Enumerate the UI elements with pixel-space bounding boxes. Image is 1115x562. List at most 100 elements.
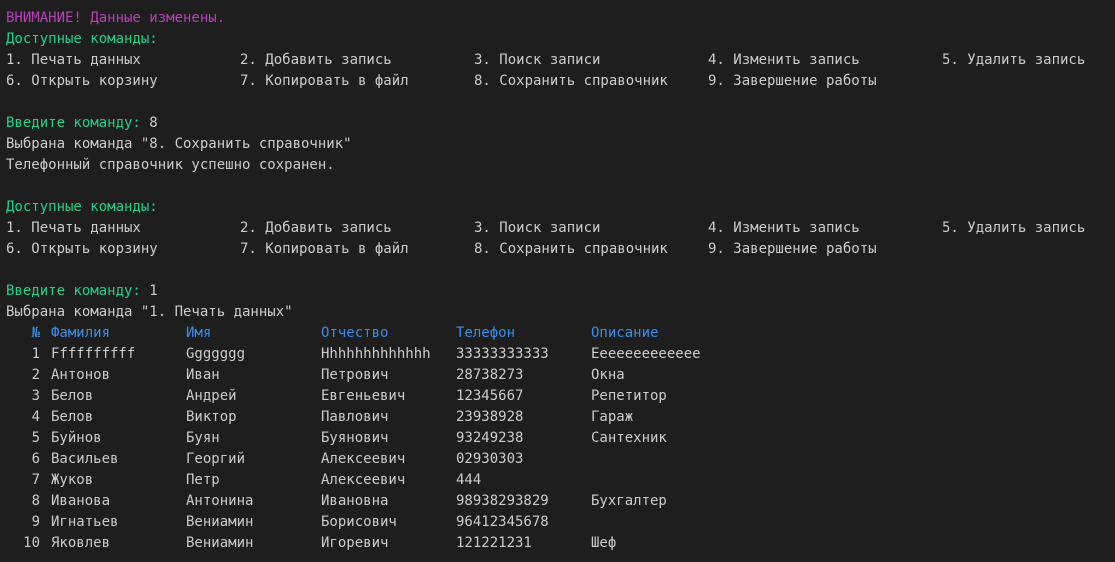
cell-phone: 28738273 <box>456 367 524 383</box>
header-description: Описание <box>591 325 659 341</box>
cell-first-name: Антонина <box>186 493 254 509</box>
cell-middle-name: Буянович <box>321 430 389 446</box>
cell-phone: 121221231 <box>456 535 532 551</box>
cell-first-name: Андрей <box>186 388 237 404</box>
cell-last-name: Буйнов <box>51 430 102 446</box>
cell-last-name: Васильев <box>51 451 119 467</box>
cell-phone: 444 <box>456 472 482 488</box>
cell-description: Eeeeeeeeeeeee <box>591 346 701 362</box>
cell-description: Сантехник <box>591 430 667 446</box>
cell-last-name: Ffffffffff <box>51 346 136 362</box>
table-row: 9 Игнатьев Вениамин Борисович 96412345678 <box>6 512 1111 533</box>
prompt-line: Введите команду: 8 <box>6 113 1111 134</box>
command-item: 9. Завершение работы <box>708 241 877 257</box>
cell-number: 1 <box>31 346 40 362</box>
cell-first-name: Виктор <box>186 409 237 425</box>
header-number: № <box>31 325 40 341</box>
header-phone: Телефон <box>456 325 516 341</box>
commands-row-2: 6. Открыть корзину 7. Копировать в файл … <box>6 71 1111 92</box>
cell-number: 5 <box>31 430 40 446</box>
table-row: 8 Иванова Антонина Ивановна 98938293829 Бухга… <box>6 491 1111 512</box>
cell-first-name: Георгий <box>186 451 246 467</box>
header-first-name: Имя <box>186 325 212 341</box>
table-body: 1 Ffffffffff Ggggggg Hhhhhhhhhhhhh 333333333… <box>6 344 1111 554</box>
cell-middle-name: Борисович <box>321 514 397 530</box>
cell-last-name: Иванова <box>51 493 111 509</box>
cell-middle-name: Ивановна <box>321 493 389 509</box>
cell-phone: 33333333333 <box>456 346 549 362</box>
table-row: 1 Ffffffffff Ggggggg Hhhhhhhhhhhhh 333333333… <box>6 344 1111 365</box>
cell-last-name: Белов <box>51 388 94 404</box>
cell-middle-name: Hhhhhhhhhhhhh <box>321 346 431 362</box>
commands-row-1: 1. Печать данных 2. Добавить запись 3. П… <box>6 218 1111 239</box>
cell-number: 3 <box>31 388 40 404</box>
command-item: 2. Добавить запись <box>240 220 392 236</box>
cell-phone: 02930303 <box>456 451 524 467</box>
cell-first-name: Вениамин <box>186 535 254 551</box>
command-item: 5. Удалить запись <box>942 220 1086 236</box>
header-last-name: Фамилия <box>51 325 111 341</box>
cell-number: 2 <box>31 367 40 383</box>
command-item: 5. Удалить запись <box>942 52 1086 68</box>
selected-command-message: Выбрана команда "1. Печать данных" <box>6 304 293 320</box>
table-row: 6 Васильев Георгий Алексеевич 02930303 <box>6 449 1111 470</box>
table-row: 2 Антонов Иван Петрович 28738273 Окна <box>6 365 1111 386</box>
table-row: 4 Белов Виктор Павлович 23938928 Гараж <box>6 407 1111 428</box>
prompt-label: Введите команду: <box>6 283 141 299</box>
cell-number: 8 <box>31 493 40 509</box>
cell-middle-name: Павлович <box>321 409 389 425</box>
cell-phone: 98938293829 <box>456 493 549 509</box>
cell-description: Бухгалтер <box>591 493 667 509</box>
cell-last-name: Яковлев <box>51 535 111 551</box>
cell-phone: 23938928 <box>456 409 524 425</box>
prompt-input: 8 <box>149 115 158 131</box>
commands-row-1: 1. Печать данных 2. Добавить запись 3. П… <box>6 50 1111 71</box>
cell-middle-name: Алексеевич <box>321 472 406 488</box>
command-item: 3. Поиск записи <box>474 52 601 68</box>
command-item: 9. Завершение работы <box>708 73 877 89</box>
cell-number: 9 <box>31 514 40 530</box>
prompt-line: Введите команду: 1 <box>6 281 1111 302</box>
cell-first-name: Ggggggg <box>186 346 246 362</box>
header-middle-name: Отчество <box>321 325 389 341</box>
terminal-output[interactable]: ВНИМАНИЕ! Данные изменены. Доступные ком… <box>6 8 1111 554</box>
cell-first-name: Иван <box>186 367 220 383</box>
prompt-label: Введите команду: <box>6 115 141 131</box>
table-row: 5 Буйнов Буян Буянович 93249238 Сантехник <box>6 428 1111 449</box>
command-item: 6. Открыть корзину <box>6 73 158 89</box>
warning-message: ВНИМАНИЕ! Данные изменены. <box>6 10 226 26</box>
cell-number: 7 <box>31 472 40 488</box>
cell-description: Гараж <box>591 409 634 425</box>
command-item: 8. Сохранить справочник <box>474 73 668 89</box>
cell-phone: 12345667 <box>456 388 524 404</box>
cell-middle-name: Игоревич <box>321 535 389 551</box>
cell-last-name: Белов <box>51 409 94 425</box>
cell-description: Репетитор <box>591 388 667 404</box>
cell-first-name: Петр <box>186 472 220 488</box>
command-item: 1. Печать данных <box>6 220 141 236</box>
result-message: Телефонный справочник успешно сохранен. <box>6 157 335 173</box>
command-item: 8. Сохранить справочник <box>474 241 668 257</box>
command-item: 2. Добавить запись <box>240 52 392 68</box>
cell-description: Шеф <box>591 535 617 551</box>
cell-middle-name: Евгеньевич <box>321 388 406 404</box>
cell-last-name: Антонов <box>51 367 111 383</box>
table-row: 3 Белов Андрей Евгеньевич 12345667 Репетитор <box>6 386 1111 407</box>
command-item: 6. Открыть корзину <box>6 241 158 257</box>
cell-phone: 96412345678 <box>456 514 549 530</box>
cell-phone: 93249238 <box>456 430 524 446</box>
cell-first-name: Буян <box>186 430 220 446</box>
command-item: 7. Копировать в файл <box>240 73 409 89</box>
table-row: 7 Жуков Петр Алексеевич 444 <box>6 470 1111 491</box>
cell-description: Окна <box>591 367 625 383</box>
command-item: 4. Изменить запись <box>708 220 860 236</box>
table-header: № Фамилия Имя Отчество Телефон Описание <box>6 323 1111 344</box>
commands-row-2: 6. Открыть корзину 7. Копировать в файл … <box>6 239 1111 260</box>
available-commands-label: Доступные команды: <box>6 199 158 215</box>
command-item: 1. Печать данных <box>6 52 141 68</box>
cell-number: 10 <box>23 535 40 551</box>
available-commands-label: Доступные команды: <box>6 31 158 47</box>
